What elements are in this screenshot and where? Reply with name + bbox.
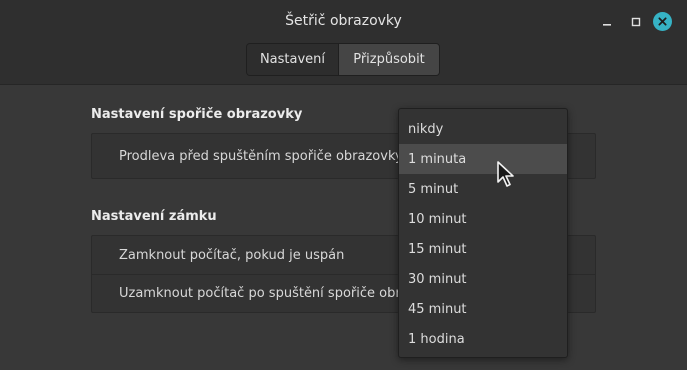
dropdown-option-45-minutes[interactable]: 45 minut <box>399 294 567 324</box>
maximize-icon <box>631 17 641 27</box>
dropdown-option-1-minute[interactable]: 1 minuta <box>399 144 567 174</box>
title-bar: Šetřič obrazovky Nastavení Přizpůsobit <box>0 0 687 85</box>
dropdown-option-1-hour[interactable]: 1 hodina <box>399 324 567 354</box>
delay-dropdown-menu: nikdy 1 minuta 5 minut 10 minut 15 minut… <box>398 108 568 358</box>
tab-customize[interactable]: Přizpůsobit <box>339 44 439 75</box>
dropdown-option-30-minutes[interactable]: 30 minut <box>399 264 567 294</box>
lock-when-asleep-label: Zamknout počítač, pokud je uspán <box>119 247 345 263</box>
dropdown-option-15-minutes[interactable]: 15 minut <box>399 234 567 264</box>
settings-content <box>0 85 687 370</box>
close-button[interactable] <box>653 12 672 31</box>
minimize-icon <box>603 24 611 26</box>
dropdown-option-10-minutes[interactable]: 10 minut <box>399 204 567 234</box>
delay-label: Prodleva před spuštěním spořiče obrazovk… <box>119 148 403 164</box>
maximize-button[interactable] <box>626 12 646 32</box>
minimize-button[interactable] <box>597 12 617 32</box>
screensaver-settings-heading: Nastavení spořiče obrazovky <box>91 107 303 122</box>
window-title: Šetřič obrazovky <box>285 13 402 29</box>
screensaver-window: Šetřič obrazovky Nastavení Přizpůsobit N… <box>0 0 687 370</box>
dropdown-option-never[interactable]: nikdy <box>399 114 567 144</box>
mouse-pointer-icon <box>497 161 514 187</box>
lock-settings-heading: Nastavení zámku <box>91 209 217 224</box>
lock-after-screensaver-label: Uzamknout počítač po spuštění spořiče ob… <box>119 286 424 301</box>
tab-switcher: Nastavení Přizpůsobit <box>246 43 440 76</box>
close-icon <box>658 17 667 26</box>
tab-settings[interactable]: Nastavení <box>247 44 339 75</box>
dropdown-option-5-minutes[interactable]: 5 minut <box>399 174 567 204</box>
